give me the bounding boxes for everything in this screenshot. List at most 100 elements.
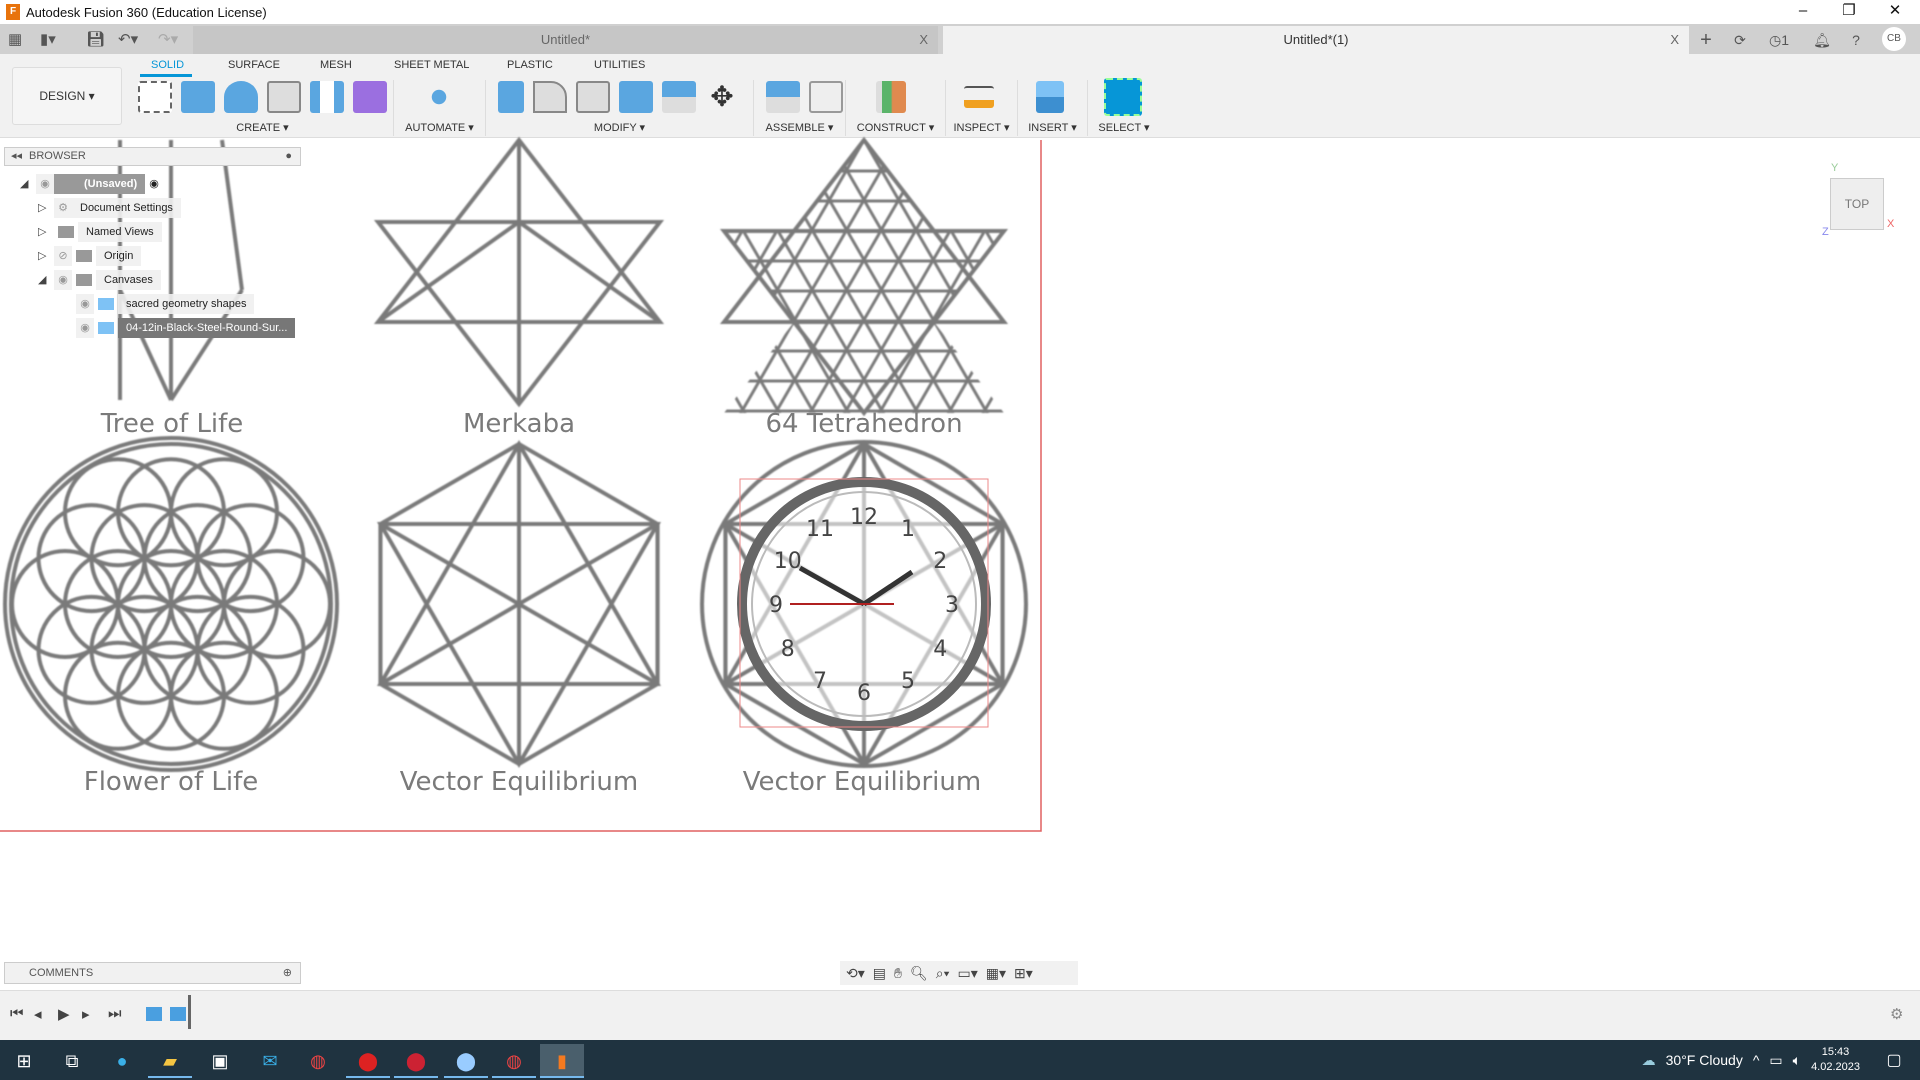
step-back-icon[interactable]: ◂ [34,1005,42,1023]
hidden-eye-icon[interactable]: ⊘ [54,246,72,266]
show-hidden-icons[interactable]: ^ [1753,1052,1760,1068]
clock-number: 10 [774,549,802,574]
weather-cloud-icon[interactable]: ☁ [1642,1052,1656,1069]
canvas-label: Vector Equilibrium [400,767,638,797]
panel-pin-icon[interactable]: ● [285,148,292,165]
vector-equilibrium-drawing [376,440,662,768]
browser-title: BROWSER [29,150,86,162]
view-cube[interactable]: TOP [1830,178,1884,230]
volume-icon[interactable]: 🔈︎ [1793,1052,1801,1069]
folder-icon [76,250,92,262]
axis-y-label: Y [1831,162,1839,174]
monitor-app-icon[interactable]: ⬤ [394,1044,438,1078]
action-center-icon[interactable]: ▢ [1872,1044,1916,1078]
clock-number: 9 [769,593,783,618]
clock-number: 2 [933,549,947,574]
node-label: sacred geometry shapes [118,294,255,314]
play-icon[interactable]: ▶ [58,1005,70,1023]
fusion-360-taskbar-icon[interactable]: ▮ [540,1044,584,1078]
tree-node-canvas-1[interactable]: ◉ sacred geometry shapes [76,294,255,314]
canvas-image-icon [98,298,114,310]
timeline-marker[interactable] [188,995,191,1029]
go-to-end-icon[interactable]: ⏭ [108,1005,122,1022]
tree-node-named-views[interactable]: ▷ Named Views [38,222,162,242]
chrome-icon[interactable]: ◍ [296,1044,340,1078]
steam-icon[interactable]: ⬤ [444,1044,488,1078]
network-icon[interactable]: ▭ [1769,1052,1782,1069]
canvas-label: Tree of Life [100,409,244,439]
folder-icon [76,274,92,286]
windows-start-icon[interactable]: ⊞ [2,1044,46,1078]
node-label: 04-12in-Black-Steel-Round-Sur... [118,318,296,338]
display-settings-icon[interactable]: ▭▾ [958,965,978,982]
browser-panel-header[interactable]: ◂◂ BROWSER ● [4,147,301,166]
clock-number: 12 [850,505,878,530]
edge-icon[interactable]: ● [100,1044,144,1078]
folder-icon [58,226,74,238]
gt-app-icon[interactable]: ⬤ [346,1044,390,1078]
clock-number: 6 [857,681,871,706]
navigation-bar: ⟲▾ ▤ ✋︎ 🔍︎ ⌕▾ ▭▾ ▦▾ ⊞▾ [840,961,1078,985]
visibility-eye-icon[interactable]: ◉ [54,270,72,290]
file-explorer-icon[interactable]: ▰ [148,1044,192,1078]
tree-node-root[interactable]: ◢ ◉ (Unsaved) ◉ [20,174,159,194]
timeline-settings-gear-icon[interactable]: ⚙ [1890,1005,1903,1023]
canvas-image-icon [98,322,114,334]
fit-icon[interactable]: ⌕▾ [936,965,950,982]
store-icon[interactable]: ▣ [198,1044,242,1078]
node-label: Named Views [78,222,162,242]
go-to-start-icon[interactable]: ⏮ [10,1005,24,1022]
clock-number: 7 [813,669,827,694]
clock-number: 4 [933,637,947,662]
viewcube-face-top[interactable]: TOP [1845,197,1869,211]
clock-number: 1 [901,517,915,542]
canvas-label: Vector Equilibrium [743,767,981,797]
timeline-canvas-feature[interactable] [170,1007,186,1021]
mail-icon[interactable]: ✉ [248,1044,292,1078]
system-clock[interactable]: 15:43 4.02.2023 [1811,1045,1860,1075]
visibility-eye-icon[interactable]: ◉ [36,174,54,194]
comments-panel[interactable]: COMMENTS ⊕ [4,962,301,984]
zoom-icon[interactable]: 🔍︎ [910,965,928,982]
weather-text[interactable]: 30°F Cloudy [1666,1052,1743,1068]
tree-node-document-settings[interactable]: ▷ ⚙ Document Settings [38,198,181,218]
pan-icon[interactable]: ✋︎ [894,965,902,982]
clock-number: 3 [945,593,959,618]
timeline: ⏮ ◂ ▶ ▸ ⏭ ⚙ [0,990,1920,1040]
clock-number: 5 [901,669,915,694]
canvas-label: 64 Tetrahedron [765,409,962,439]
axis-x-label: X [1887,218,1895,230]
date: 4.02.2023 [1811,1061,1860,1073]
viewports-icon[interactable]: ⊞▾ [1014,965,1033,982]
timeline-canvas-feature[interactable] [146,1007,162,1021]
visibility-eye-icon[interactable]: ◉ [76,294,94,314]
clock-number: 8 [781,637,795,662]
step-forward-icon[interactable]: ▸ [82,1005,90,1023]
clock-number: 11 [806,517,834,542]
canvas-label: Flower of Life [84,767,258,797]
orbit-icon[interactable]: ⟲▾ [846,965,865,982]
chrome-profile-icon[interactable]: ◍ [492,1044,536,1078]
clock-canvas: 12 12 3 45 6 78 9 1011 [737,477,991,731]
node-label: Document Settings [72,198,181,218]
comments-title: COMMENTS [29,967,94,979]
node-label: (Unsaved) [54,174,146,194]
grid-icon[interactable]: ▦▾ [986,965,1006,982]
collapse-panel-icon[interactable]: ◂◂ [11,148,22,165]
time: 15:43 [1821,1046,1850,1058]
look-at-icon[interactable]: ▤ [873,965,886,982]
canvas-label: Merkaba [463,409,575,439]
visibility-eye-icon[interactable]: ◉ [76,318,94,338]
merkaba-drawing [373,136,665,408]
add-comment-icon[interactable]: ⊕ [283,963,292,983]
flower-of-life-drawing [3,436,339,772]
tree-node-canvas-2[interactable]: ◉ 04-12in-Black-Steel-Round-Sur... [76,318,296,338]
task-view-icon[interactable]: ⧉ [50,1044,94,1078]
tree-node-origin[interactable]: ▷ ⊘ Origin [38,246,142,266]
system-tray: ☁ 30°F Cloudy ^ ▭ 🔈︎ 15:43 4.02.2023 [1642,1040,1860,1080]
activate-radio-icon[interactable]: ◉ [149,174,159,194]
node-label: Canvases [96,270,161,290]
gear-icon: ⚙ [54,198,72,218]
tree-node-canvases[interactable]: ◢ ◉ Canvases [38,270,161,290]
axis-z-label: Z [1822,226,1829,238]
